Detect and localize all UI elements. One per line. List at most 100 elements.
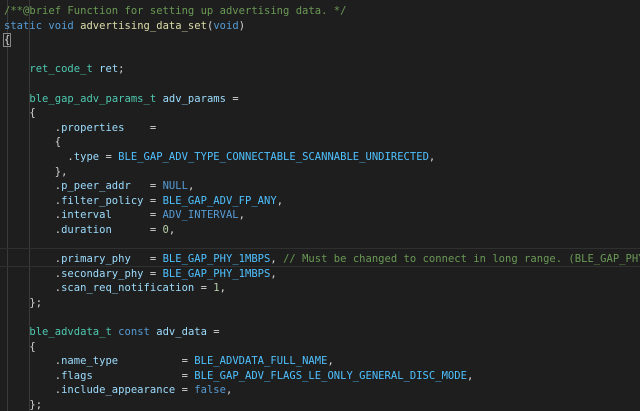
code-token: ) [238,19,246,32]
code-line[interactable]: }; [4,296,640,311]
code-line[interactable]: ble_advdata_t const adv_data = [4,325,640,340]
code-token: const [118,326,150,339]
code-line[interactable]: .p_peer_addr = NULL, [4,179,640,194]
code-token: ble_advdata_t [29,326,112,339]
code-line[interactable]: .name_type = BLE_ADVDATA_FULL_NAME, [4,354,640,369]
code-line[interactable]: }, [4,165,640,180]
code-line[interactable] [4,48,640,63]
code-token: = [130,253,163,266]
code-token: BLE_GAP_ADV_FLAGS_LE_ONLY_GENERAL_DISC_M… [194,369,467,382]
code-token: . [4,121,62,134]
code-line[interactable]: .interval = ADV_INTERVAL, [4,208,640,223]
code-line[interactable]: .secondary_phy = BLE_GAP_PHY_1MBPS, [4,267,640,282]
code-line[interactable]: { [4,135,640,150]
code-token: , [168,223,176,236]
code-token: adv_data [156,326,207,339]
code-line[interactable]: .include_appearance = false, [4,383,640,398]
code-line[interactable]: /**@brief Function for setting up advert… [4,4,640,19]
code-token: , [225,384,233,397]
code-token: /**@brief Function for setting up advert… [4,5,347,17]
code-token: = [143,194,163,207]
code-token: // Must be changed to connect in long ra… [283,253,640,266]
code-line[interactable]: { [2,33,640,48]
code-token: name_type [61,355,119,368]
code-token: { [4,107,36,120]
code-editor[interactable]: /**@brief Function for setting up advert… [0,0,640,411]
code-token: static [4,19,43,32]
code-line[interactable]: .filter_policy = BLE_GAP_ADV_FP_ANY, [4,194,640,209]
code-token: , [327,355,334,368]
code-token: ADV_INTERVAL [162,209,239,222]
code-token: , [428,150,436,163]
code-token: }; [4,399,43,411]
code-token: p_peer_addr [61,180,131,193]
code-token: = [118,355,195,368]
code-token: = [175,384,195,397]
code-line[interactable]: .duration = 0, [4,223,640,238]
code-token: . [4,369,62,382]
code-token: { [2,33,12,48]
code-line[interactable]: { [4,106,640,121]
code-token: NULL [162,180,188,193]
code-token: . [4,384,62,397]
code-token: ret [99,63,119,76]
code-token: . [4,194,62,207]
code-line[interactable]: .properties = [4,121,640,136]
code-token: include_appearance [61,384,176,397]
code-token: ret_code_t [29,63,93,76]
code-token: adv_params [162,92,226,105]
code-line[interactable] [4,238,640,253]
code-token: BLE_GAP_ADV_FP_ANY [162,194,277,207]
code-line[interactable] [4,310,640,325]
code-token: = [143,267,163,280]
code-line[interactable]: .scan_req_notification = 1, [4,281,640,296]
code-token: = [130,180,163,193]
code-token: , [270,267,277,280]
code-token: = [194,282,214,295]
code-token: . [4,282,62,295]
code-line[interactable]: .flags = BLE_GAP_ADV_FLAGS_LE_ONLY_GENER… [4,369,640,384]
code-token: . [4,355,62,368]
code-token: primary_phy [61,253,131,266]
code-token: , [238,209,245,222]
code-line[interactable]: .type = BLE_GAP_ADV_TYPE_CONNECTABLE_SCA… [4,150,640,165]
code-line[interactable]: .primary_phy = BLE_GAP_PHY_1MBPS, // Mus… [4,252,640,267]
code-token: void [48,19,74,32]
code-token: flags [61,369,93,382]
code-token: , [187,180,195,193]
code-token: ; [118,63,125,76]
code-area[interactable]: /**@brief Function for setting up advert… [2,4,640,411]
code-token: . [4,267,62,280]
code-token: = [92,369,195,382]
code-line[interactable]: static void advertising_data_set(void) [4,19,640,34]
code-token: , [466,369,474,382]
code-token: = [206,326,220,339]
code-token: interval [61,209,112,222]
code-token: }; [4,296,43,309]
code-line[interactable]: { [4,340,640,355]
code-token: secondary_phy [61,267,144,280]
code-token: = [111,223,163,236]
code-token: , [270,253,284,266]
code-token: BLE_GAP_PHY_1MBPS [162,253,271,266]
code-token: void [213,19,239,32]
code-token: BLE_ADVDATA_FULL_NAME [194,355,328,368]
code-token: . [4,223,62,236]
code-line[interactable] [4,77,640,92]
code-token: = [225,92,239,105]
code-token: , [276,194,284,207]
code-line[interactable]: ble_gap_adv_params_t adv_params = [4,92,640,107]
code-token: . [4,180,62,193]
code-token: scan_req_notification [61,282,195,295]
code-token: = [99,150,119,163]
code-token: }, [4,165,68,178]
code-token: properties [61,121,125,134]
code-token: = [124,121,157,134]
code-token: filter_policy [61,194,144,207]
code-line[interactable]: ret_code_t ret; [4,62,640,77]
code-line[interactable]: }; [4,398,640,411]
code-token: BLE_GAP_ADV_TYPE_CONNECTABLE_SCANNABLE_U… [118,150,429,163]
code-token: . [4,253,62,266]
